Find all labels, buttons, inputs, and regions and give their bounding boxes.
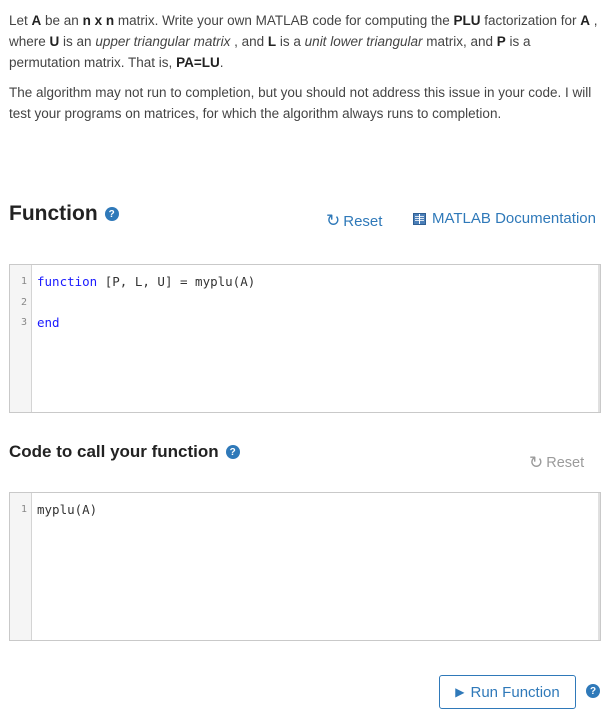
code-line[interactable]: function [P, L, U] = myplu(A) xyxy=(37,272,598,293)
reset-icon: ↻ xyxy=(326,211,341,230)
description-paragraph-1: Let A be an n x n matrix. Write your own… xyxy=(9,13,598,70)
call-title-text: Code to call your function xyxy=(9,442,219,461)
code-area[interactable]: function [P, L, U] = myplu(A) end xyxy=(32,265,598,412)
editor-scrollbar[interactable] xyxy=(598,493,600,640)
description-paragraph-2: The algorithm may not run to completion,… xyxy=(9,85,592,121)
reset-label: Reset xyxy=(546,455,585,471)
book-icon xyxy=(413,212,426,225)
function-title-text: Function xyxy=(9,202,98,225)
line-number: 2 xyxy=(20,296,27,308)
play-icon: ▶ xyxy=(455,685,465,699)
code-line[interactable]: end xyxy=(37,313,598,334)
call-section-title: Code to call your function ? xyxy=(9,442,240,462)
line-number: 3 xyxy=(20,317,27,328)
help-icon[interactable]: ? xyxy=(586,684,600,698)
reset-label: Reset xyxy=(343,212,383,230)
line-number-gutter: 1 xyxy=(10,493,32,640)
problem-description: Let A be an n x n matrix. Write your own… xyxy=(9,10,601,133)
help-icon[interactable]: ? xyxy=(104,207,119,221)
reset-function-button[interactable]: ↻ Reset xyxy=(326,211,382,231)
doc-label: MATLAB Documentation xyxy=(432,210,596,227)
call-code-editor[interactable]: 1 myplu(A) xyxy=(9,492,601,641)
code-area[interactable]: myplu(A) xyxy=(32,493,598,640)
run-function-button[interactable]: ▶ Run Function xyxy=(439,675,576,709)
help-icon[interactable]: ? xyxy=(225,445,240,459)
reset-call-button: ↻ Reset xyxy=(529,453,584,473)
editor-scrollbar[interactable] xyxy=(598,265,600,412)
matlab-documentation-link[interactable]: MATLAB Documentation xyxy=(413,210,596,227)
code-line[interactable]: myplu(A) xyxy=(37,500,598,521)
run-label: Run Function xyxy=(470,683,560,701)
line-number-gutter: 1 2 3 xyxy=(10,265,32,412)
code-line[interactable] xyxy=(37,293,598,314)
function-section-title: Function ? xyxy=(9,202,119,226)
function-code-editor[interactable]: 1 2 3 function [P, L, U] = myplu(A) end xyxy=(9,264,601,413)
line-number: 1 xyxy=(20,504,27,515)
line-number: 1 xyxy=(20,276,27,287)
reset-icon: ↻ xyxy=(529,453,544,472)
